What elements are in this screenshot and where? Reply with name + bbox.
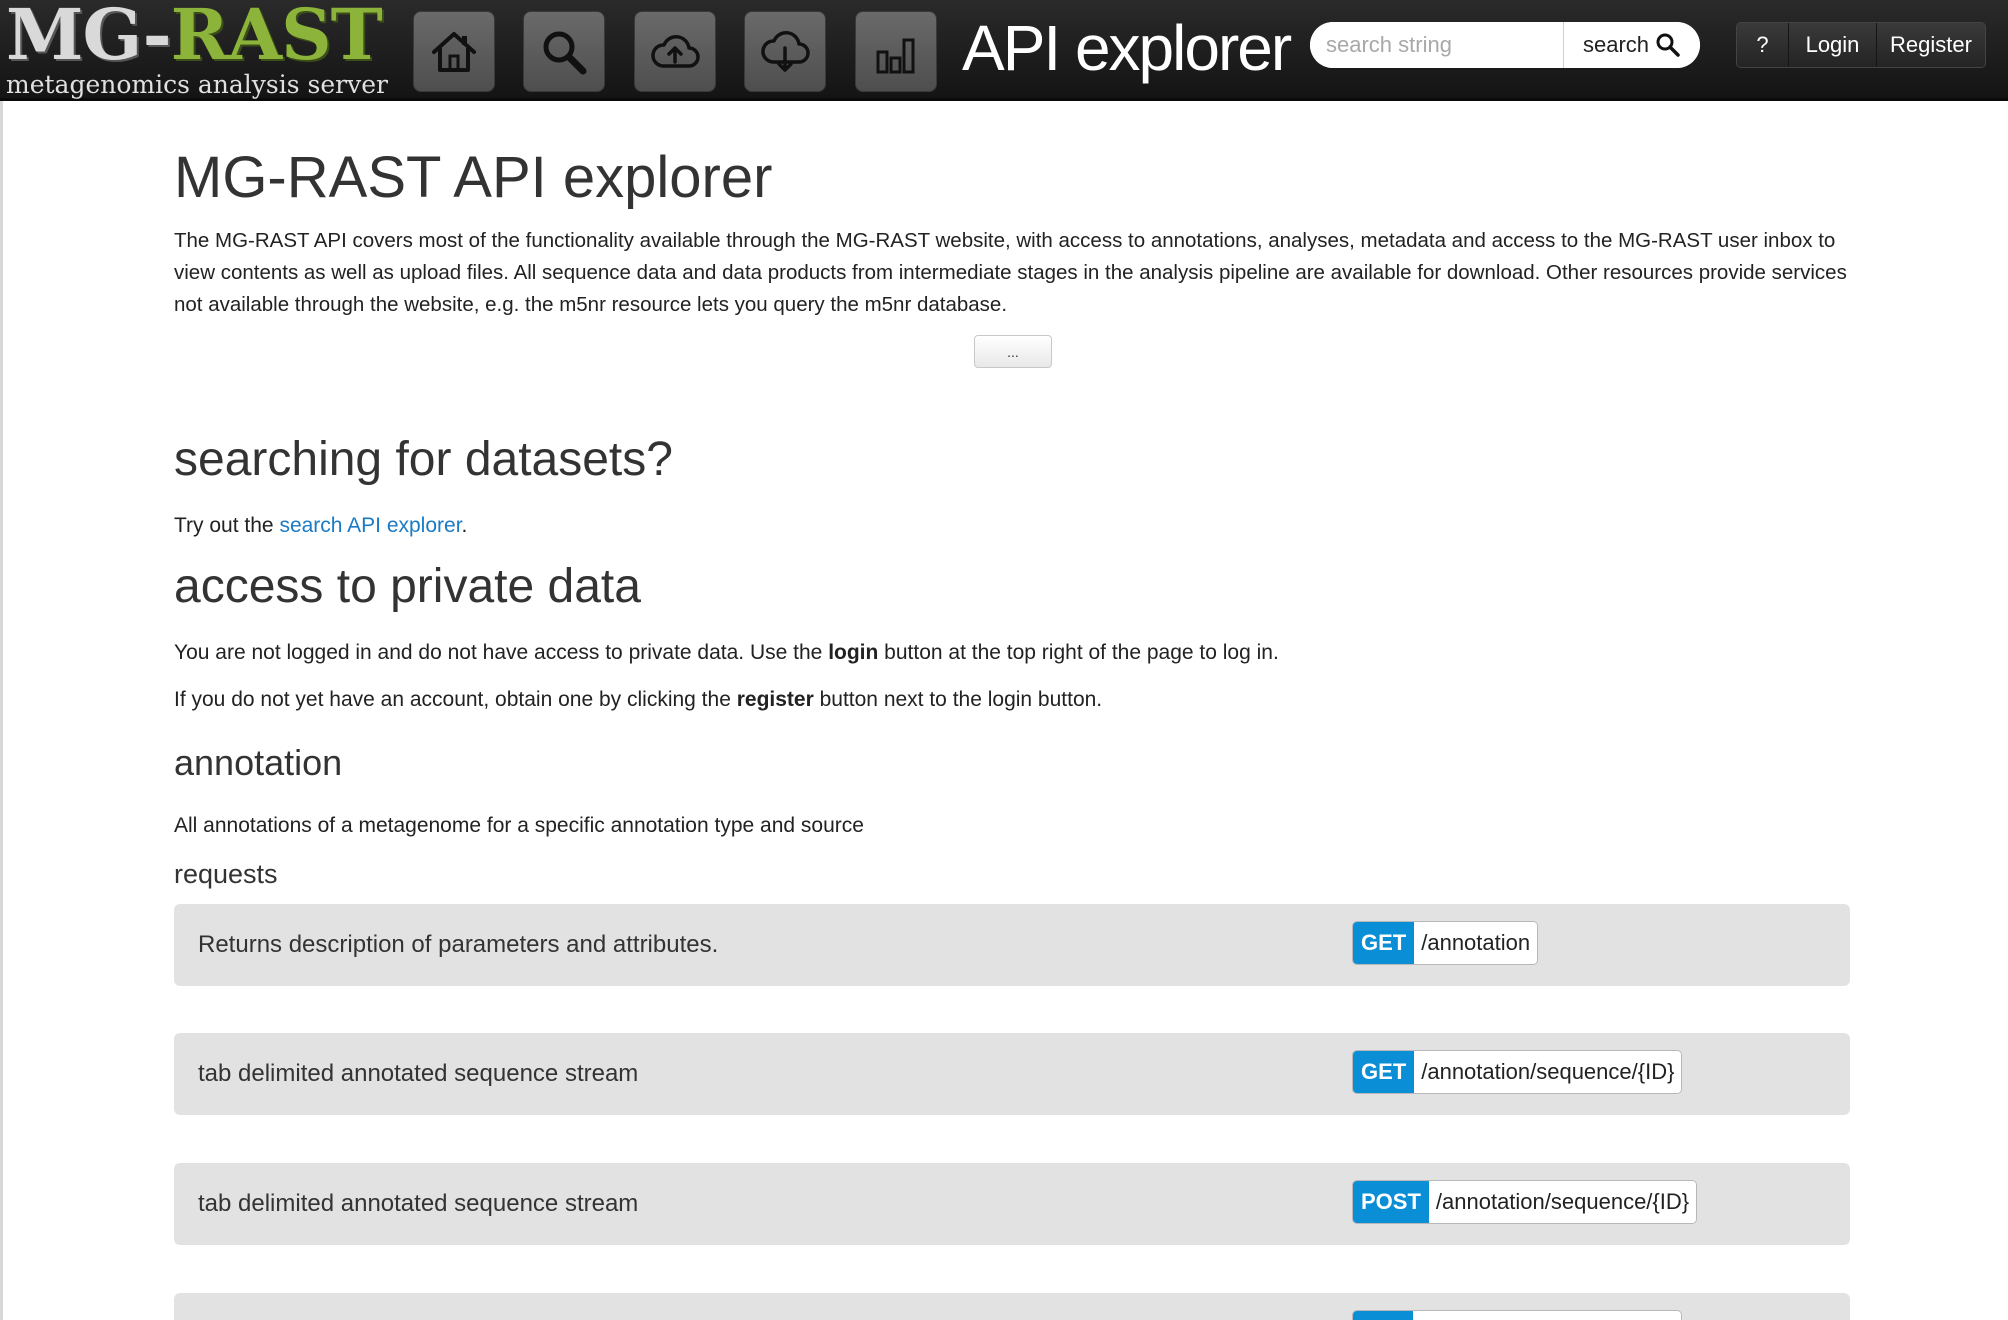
request-description: tab delimited annotated sequence stream — [198, 1190, 639, 1217]
logo-subtitle: metagenomics analysis server — [6, 70, 388, 99]
analysis-button[interactable] — [855, 11, 937, 92]
searching-heading: searching for datasets? — [174, 433, 673, 486]
private-line2-bold: register — [736, 688, 814, 711]
home-button[interactable] — [413, 11, 495, 92]
bar-chart-icon — [876, 38, 915, 73]
more-button[interactable]: ... — [974, 335, 1052, 368]
request-method-partial — [1353, 1311, 1413, 1320]
download-button[interactable] — [744, 11, 826, 92]
intro-paragraph: The MG-RAST API covers most of the funct… — [174, 229, 1847, 316]
request-endpoint-badge[interactable]: GET /annotation — [1352, 921, 1539, 965]
requests-heading: requests — [174, 859, 278, 889]
register-button[interactable]: Register — [1877, 23, 1985, 67]
help-button[interactable]: ? — [1737, 23, 1789, 67]
annotation-description: All annotations of a metagenome for a sp… — [174, 814, 864, 837]
account-button-group: ? Login Register — [1736, 22, 1986, 68]
private-line1-after: button at the top right of the page to l… — [878, 641, 1279, 664]
private-data-line-1: You are not logged in and do not have ac… — [174, 638, 1279, 668]
request-method: POST — [1353, 1181, 1429, 1223]
logo-title: MG-RAST — [6, 0, 383, 76]
page-title: MG-RAST API explorer — [174, 145, 773, 210]
cloud-download-icon — [761, 30, 810, 72]
logo-title-mg: MG- — [6, 0, 172, 76]
annotation-heading: annotation — [174, 742, 343, 783]
private-line1-before: You are not logged in and do not have ac… — [174, 641, 829, 664]
request-endpoint-badge[interactable]: POST /annotation/sequence/{ID} — [1352, 1180, 1698, 1224]
searching-text: Try out the search API explorer. — [174, 511, 467, 541]
private-line2-before: If you do not yet have an account, obtai… — [174, 688, 737, 711]
navbar: MG-RAST metagenomics analysis server API… — [0, 0, 2008, 101]
header-search: search — [1310, 22, 1700, 68]
search-nav-button[interactable] — [523, 11, 605, 92]
request-endpoint-badge[interactable] — [1352, 1310, 1682, 1320]
private-line2-after: button next to the login button. — [813, 688, 1103, 711]
request-method: GET — [1353, 922, 1415, 964]
request-row[interactable]: tab delimited annotated sequence stream … — [174, 1033, 1850, 1115]
request-row[interactable]: Returns description of parameters and at… — [174, 904, 1850, 986]
request-row[interactable]: tab delimited annotated sequence stream … — [174, 1163, 1850, 1245]
search-input[interactable] — [1310, 22, 1563, 68]
private-data-heading: access to private data — [174, 560, 641, 613]
cloud-upload-icon — [651, 34, 700, 68]
search-button-label: search — [1582, 32, 1650, 57]
upload-button[interactable] — [634, 11, 716, 92]
request-path: /annotation — [1414, 922, 1538, 964]
login-button[interactable]: Login — [1789, 23, 1877, 67]
request-row-partial[interactable] — [174, 1293, 1850, 1320]
logo[interactable]: MG-RAST metagenomics analysis server — [2, 0, 388, 99]
searching-text-before: Try out the — [174, 514, 280, 537]
home-icon — [432, 31, 476, 72]
request-endpoint-badge[interactable]: GET /annotation/sequence/{ID} — [1352, 1050, 1683, 1094]
search-button[interactable]: search — [1563, 22, 1700, 68]
request-path: /annotation/sequence/{ID} — [1414, 1051, 1682, 1093]
search-api-explorer-link[interactable]: search API explorer — [279, 514, 461, 537]
searching-text-after: . — [461, 514, 468, 537]
search-icon — [543, 31, 587, 74]
app-title: API explorer — [962, 12, 1292, 84]
request-description: tab delimited annotated sequence stream — [198, 1060, 639, 1087]
left-edge-divider — [0, 101, 3, 1320]
request-method: GET — [1353, 1051, 1415, 1093]
private-data-line-2: If you do not yet have an account, obtai… — [174, 685, 1102, 715]
request-path: /annotation/sequence/{ID} — [1428, 1181, 1697, 1223]
logo-title-rast: RAST — [170, 0, 383, 76]
search-icon — [1656, 33, 1680, 57]
private-line1-bold: login — [828, 641, 879, 664]
request-description: Returns description of parameters and at… — [198, 931, 719, 958]
